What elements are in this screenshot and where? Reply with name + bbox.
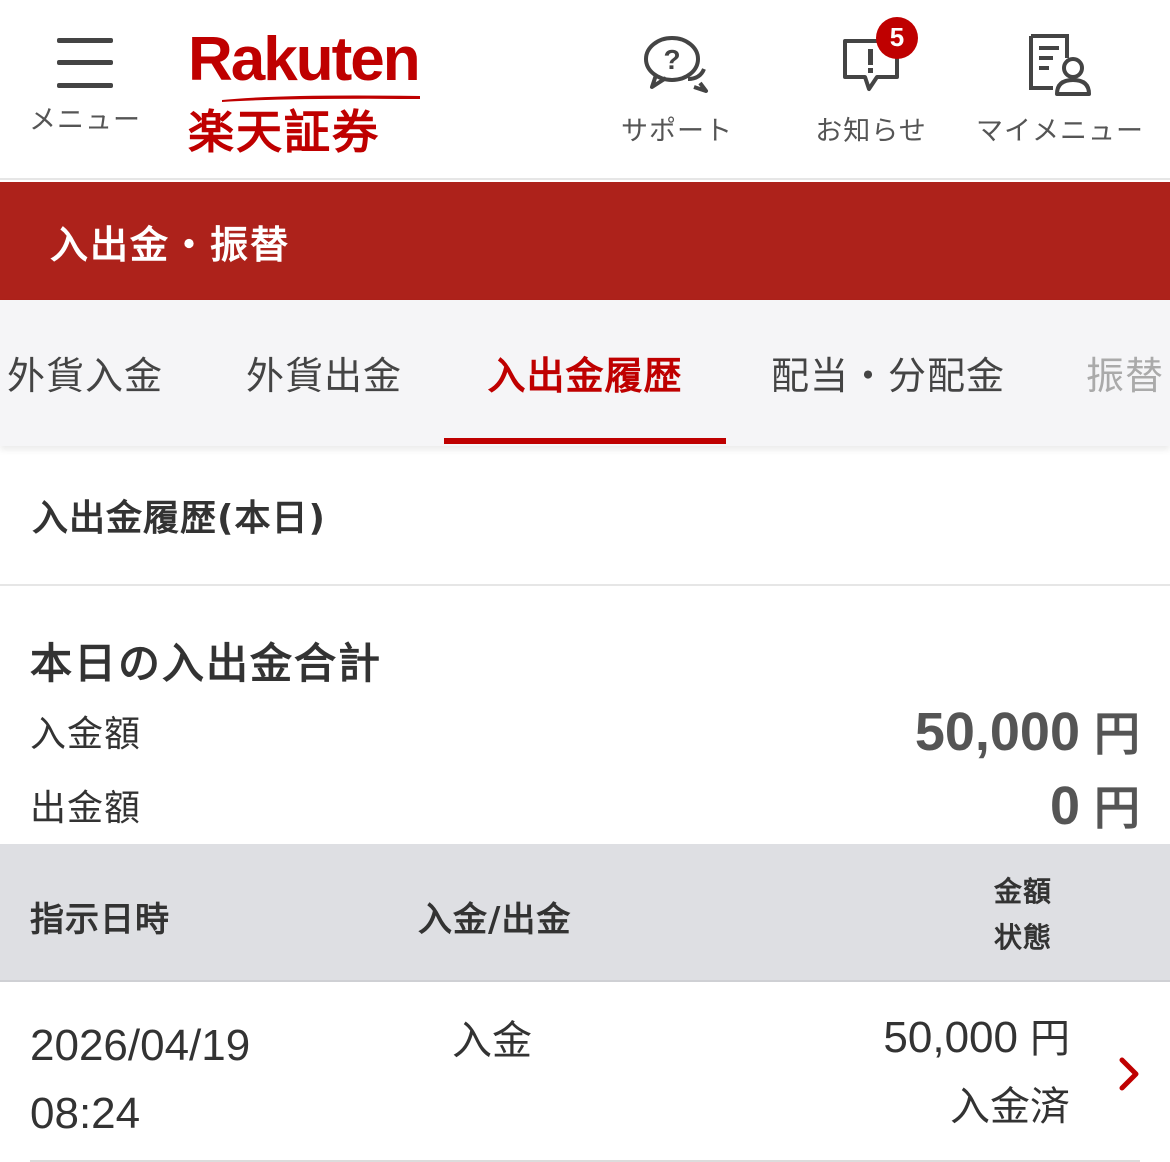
svg-text:?: ? xyxy=(663,44,680,75)
support-chat-icon: ? xyxy=(640,31,714,99)
logo-swoosh-icon xyxy=(222,95,420,102)
my-menu-icon xyxy=(1023,31,1097,99)
column-header-type: 入金/出金 xyxy=(418,900,572,940)
table-row[interactable]: 2026/04/19 08:24 入金 50,000 円 入金済 xyxy=(0,984,1170,1162)
notification-icon: 5 xyxy=(834,16,918,99)
row-amount-value: 50,000 xyxy=(883,1013,1018,1062)
row-status: 入金済 xyxy=(950,1084,1070,1130)
hamburger-icon xyxy=(57,37,113,88)
withdrawal-total-label: 出金額 xyxy=(30,788,142,829)
sub-navigation-tabs: 外貨入金 外貨出金 入出金履歴 配当・分配金 振替 xyxy=(0,300,1170,446)
page-title-band: 入出金・振替 xyxy=(0,182,1170,300)
app-header: メニュー Rakuten 楽天証券 ? サポート 5 お知らせ マイメニュー xyxy=(0,0,1170,180)
my-menu-button[interactable]: マイメニュー xyxy=(970,0,1150,178)
deposit-total-value: 50,000 xyxy=(914,702,1080,762)
chevron-right-icon[interactable] xyxy=(1114,1054,1144,1094)
withdrawal-total-row: 出金額 0円 xyxy=(30,770,1140,840)
tab-dividends[interactable]: 配当・分配金 xyxy=(760,300,1016,444)
row-time: 08:24 xyxy=(30,1089,141,1138)
deposit-total-label: 入金額 xyxy=(30,714,142,755)
support-label: サポート xyxy=(621,115,733,147)
row-amount: 50,000 円 xyxy=(883,1008,1070,1069)
logo-text-jp: 楽天証券 xyxy=(188,105,380,159)
logo-text-en: Rakuten xyxy=(188,25,421,94)
row-datetime: 2026/04/19 08:24 xyxy=(30,1012,250,1148)
menu-button[interactable]: メニュー xyxy=(20,0,150,178)
withdrawal-total-unit: 円 xyxy=(1094,781,1140,835)
menu-label: メニュー xyxy=(29,104,141,136)
tab-foreign-deposit[interactable]: 外貨入金 xyxy=(0,300,174,444)
support-button[interactable]: ? サポート xyxy=(612,0,742,178)
row-type: 入金 xyxy=(452,1018,532,1064)
withdrawal-total-amount: 0円 xyxy=(1050,772,1140,838)
page-title: 入出金・振替 xyxy=(50,222,291,267)
row-amount-unit: 円 xyxy=(1030,1016,1070,1062)
rakuten-securities-logo[interactable]: Rakuten 楽天証券 xyxy=(188,24,428,164)
tab-transaction-history[interactable]: 入出金履歴 xyxy=(444,300,726,444)
news-button[interactable]: 5 お知らせ xyxy=(806,0,936,178)
column-header-status: 状態 xyxy=(994,921,1053,954)
tab-transfer[interactable]: 振替 xyxy=(1086,300,1170,444)
section-title: 入出金履歴(本日) xyxy=(32,498,326,539)
notification-badge: 5 xyxy=(876,16,918,59)
withdrawal-total-value: 0 xyxy=(1049,776,1080,836)
column-header-amount: 金額 xyxy=(994,875,1053,908)
summary-title: 本日の入出金合計 xyxy=(30,639,383,688)
row-date: 2026/04/19 xyxy=(30,1021,251,1070)
news-label: お知らせ xyxy=(815,115,927,147)
tab-foreign-withdrawal[interactable]: 外貨出金 xyxy=(238,300,410,444)
deposit-total-amount: 50,000 円 xyxy=(915,698,1140,764)
column-header-date: 指示日時 xyxy=(30,900,170,940)
my-menu-label: マイメニュー xyxy=(976,115,1144,147)
history-table-header: 指示日時 入金/出金 金額 状態 xyxy=(0,844,1170,982)
deposit-total-unit: 円 xyxy=(1094,707,1140,761)
section-header: 入出金履歴(本日) xyxy=(0,446,1170,586)
deposit-total-row: 入金額 50,000 円 xyxy=(30,696,1140,766)
